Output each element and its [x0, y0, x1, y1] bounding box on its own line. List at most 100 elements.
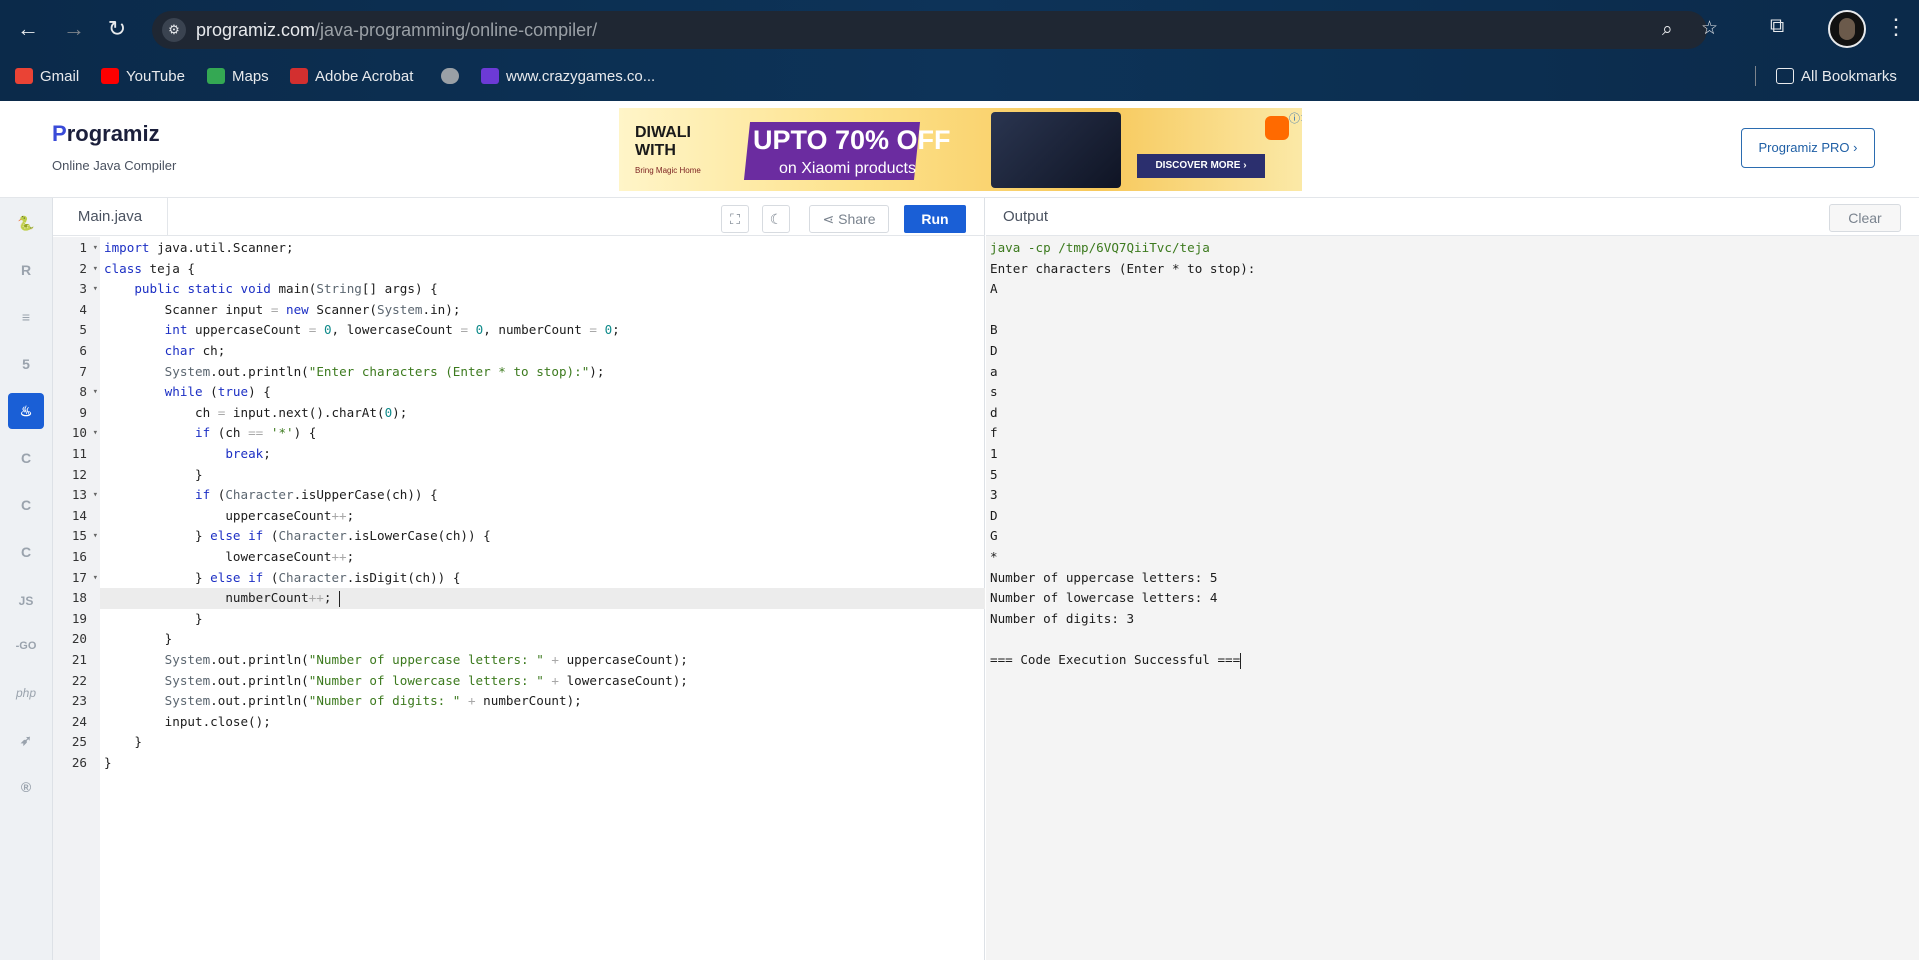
clear-button[interactable]: Clear — [1829, 204, 1901, 232]
html-icon[interactable]: 5 — [8, 346, 44, 382]
editor-toolbar: Main.java ⛶ ☾ ⋖ Share Run — [53, 198, 985, 236]
code-line[interactable]: System.out.println("Enter characters (En… — [100, 362, 985, 383]
line-number: 5 — [79, 322, 87, 338]
acrobat-icon — [290, 68, 308, 84]
bookmark-adobe-acrobat[interactable]: Adobe Acrobat — [290, 66, 413, 86]
code-line[interactable]: Scanner input = new Scanner(System.in); — [100, 300, 985, 321]
output-header: Output Clear — [986, 198, 1919, 236]
code-line[interactable]: } — [100, 629, 985, 650]
line-numbers: 1234567891011121314151617181920212223242… — [53, 237, 100, 960]
extensions-icon[interactable]: ⧉ — [1770, 15, 1784, 38]
code-line[interactable]: while (true) { — [100, 382, 985, 403]
code-line[interactable]: } — [100, 732, 985, 753]
code-line[interactable]: class teja { — [100, 259, 985, 280]
bookmark-gmail[interactable]: Gmail — [15, 66, 79, 86]
ad-banner[interactable]: DIWALI WITH Bring Magic Home UPTO 70% OF… — [619, 108, 1302, 191]
line-number: 6 — [79, 343, 87, 358]
swift-icon[interactable]: ➶ — [8, 722, 44, 758]
code-line[interactable]: System.out.println("Number of digits: " … — [100, 691, 985, 712]
code-line[interactable]: System.out.println("Number of uppercase … — [100, 650, 985, 671]
output-line: s — [990, 384, 998, 400]
code-line[interactable]: lowercaseCount++; — [100, 547, 985, 568]
code-line[interactable]: System.out.println("Number of lowercase … — [100, 671, 985, 692]
all-bookmarks[interactable]: All Bookmarks — [1755, 66, 1897, 86]
bookmark-star-icon[interactable]: ☆ — [1701, 17, 1718, 40]
zoom-icon[interactable]: ⌕ — [1662, 19, 1673, 41]
code-line[interactable]: import java.util.Scanner; — [100, 238, 985, 259]
share-button[interactable]: ⋖ Share — [809, 205, 889, 233]
code-line[interactable]: char ch; — [100, 341, 985, 362]
code-area[interactable]: import java.util.Scanner; class teja { pu… — [100, 237, 985, 960]
url-domain: programiz.com — [196, 20, 316, 40]
output-line: Number of uppercase letters: 5 — [990, 569, 1218, 585]
dark-mode-icon[interactable]: ☾ — [762, 205, 790, 233]
globe-icon — [441, 68, 459, 84]
code-line[interactable]: break; — [100, 444, 985, 465]
line-number: 14 — [71, 507, 87, 523]
file-tab-main-java[interactable]: Main.java — [53, 198, 168, 236]
output-console[interactable]: java -cp /tmp/6VQ7QiiTvc/teja Enter chara… — [986, 237, 1919, 960]
line-number: 15 — [53, 526, 100, 547]
line-number: 3 — [53, 279, 100, 300]
code-line[interactable]: numberCount++; — [100, 588, 985, 609]
bookmark-crazygames[interactable]: www.crazygames.co... — [481, 66, 655, 86]
bookmark-globe[interactable] — [441, 66, 466, 86]
output-pane: Output Clear java -cp /tmp/6VQ7QiiTvc/te… — [986, 198, 1919, 960]
folder-icon — [1776, 68, 1794, 84]
line-number: 11 — [71, 446, 87, 461]
r-lang-icon[interactable]: R — [8, 252, 44, 288]
reload-icon[interactable]: ↻ — [103, 15, 131, 43]
javascript-icon[interactable]: JS — [8, 583, 44, 619]
bookmark-maps[interactable]: Maps — [207, 66, 269, 86]
gmail-icon — [15, 68, 33, 84]
code-line[interactable]: public static void main(String[] args) { — [100, 279, 985, 300]
browser-menu-icon[interactable]: ⋮ — [1885, 14, 1907, 40]
go-icon[interactable]: -GO — [8, 628, 44, 664]
python-icon[interactable]: 🐍 — [8, 205, 44, 241]
line-number: 12 — [71, 466, 87, 482]
code-line[interactable]: uppercaseCount++; — [100, 506, 985, 527]
code-line[interactable]: } else if (Character.isDigit(ch)) { — [100, 568, 985, 589]
line-number: 7 — [79, 363, 87, 379]
programiz-logo[interactable]: Programiz — [52, 121, 160, 147]
address-bar[interactable]: ⚙ programiz.com/java-programming/online-… — [152, 11, 1718, 49]
site-info-icon[interactable]: ⚙ — [162, 18, 186, 42]
line-number: 22 — [71, 672, 87, 688]
code-line[interactable]: } — [100, 609, 985, 630]
csharp-icon[interactable]: C — [8, 534, 44, 570]
cpp-icon[interactable]: C — [8, 487, 44, 523]
programiz-pro-button[interactable]: Programiz PRO › — [1741, 128, 1875, 168]
ad-offer: UPTO 70% OFF — [753, 125, 951, 155]
output-line: f — [990, 425, 998, 441]
line-number: 8 — [53, 382, 100, 403]
ad-cta-button[interactable]: DISCOVER MORE › — [1137, 154, 1265, 178]
ad-product-image — [991, 112, 1121, 188]
code-line[interactable]: if (ch == '*') { — [100, 423, 985, 444]
code-line[interactable]: input.close(); — [100, 712, 985, 733]
c-icon[interactable]: C — [8, 440, 44, 476]
code-line[interactable]: } else if (Character.isLowerCase(ch)) { — [100, 526, 985, 547]
back-arrow-icon[interactable]: ← — [14, 15, 42, 43]
xiaomi-logo-icon — [1265, 116, 1289, 140]
line-number: 9 — [79, 404, 87, 420]
forward-arrow-icon[interactable]: → — [60, 15, 88, 43]
fullscreen-icon[interactable]: ⛶ — [721, 205, 749, 233]
profile-avatar[interactable] — [1828, 10, 1866, 48]
bookmark-youtube[interactable]: YouTube — [101, 66, 185, 86]
code-editor-pane: Main.java ⛶ ☾ ⋖ Share Run import java.ut… — [53, 198, 985, 960]
share-icon: ⋖ — [822, 211, 839, 227]
sql-icon[interactable]: ≡ — [8, 299, 44, 335]
code-line[interactable]: } — [100, 465, 985, 486]
youtube-icon — [101, 68, 119, 84]
code-line[interactable]: int uppercaseCount = 0, lowercaseCount =… — [100, 320, 985, 341]
url-text[interactable]: programiz.com/java-programming/online-co… — [196, 20, 597, 41]
code-line[interactable]: } — [100, 753, 985, 774]
line-number: 18 — [71, 590, 87, 606]
run-button[interactable]: Run — [904, 205, 966, 233]
php-icon[interactable]: php — [8, 675, 44, 711]
code-line[interactable]: if (Character.isUpperCase(ch)) { — [100, 485, 985, 506]
rust-icon[interactable]: ® — [8, 769, 44, 805]
java-icon[interactable]: ♨ — [8, 393, 44, 429]
code-line[interactable]: ch = input.next().charAt(0); — [100, 403, 985, 424]
ad-close-icon[interactable]: ⓘ✕ — [1289, 110, 1302, 126]
